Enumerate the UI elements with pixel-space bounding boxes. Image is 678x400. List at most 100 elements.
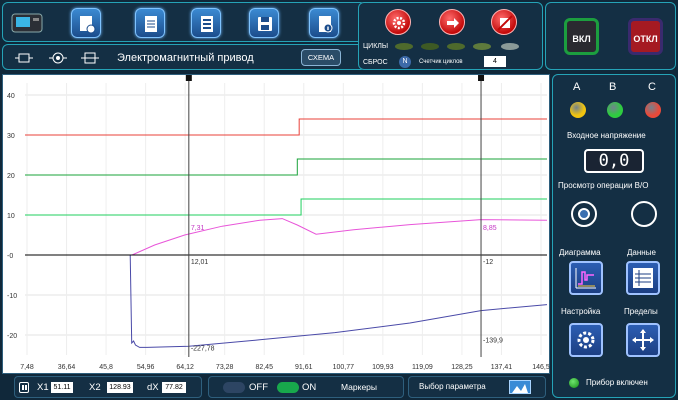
- target-icon[interactable]: [49, 50, 67, 66]
- chart-icon: [575, 268, 596, 289]
- x-tick-label: 73,28: [216, 364, 234, 371]
- view-label: Просмотр операции В/О: [558, 181, 649, 190]
- info-icon[interactable]: [309, 8, 339, 38]
- marker-value-label: -139,9: [483, 337, 503, 344]
- voltage-label: Входное напряжение: [567, 131, 646, 140]
- cycles-panel: ЦИКЛЫ СБРОС N Счетчик циклов 4: [358, 2, 543, 70]
- schema-button[interactable]: СХЕМА: [301, 49, 341, 66]
- marker-value-label: 7,31: [191, 225, 205, 232]
- contact-closed-icon[interactable]: [81, 50, 99, 66]
- phase-b-label: B: [609, 81, 617, 93]
- counter-label: Счетчик циклов: [419, 59, 463, 65]
- dx-label: dX: [147, 382, 159, 393]
- main-toolbar: [2, 2, 366, 42]
- settings-button[interactable]: [569, 323, 603, 357]
- no-entry-icon: [497, 15, 513, 31]
- settings-label: Настройка: [561, 307, 601, 316]
- limits-button[interactable]: [626, 323, 660, 357]
- graph-icon: [512, 384, 528, 393]
- x-tick-label: 36,64: [58, 364, 76, 371]
- reset-label: СБРОС: [363, 59, 388, 66]
- view-on-toggle[interactable]: [571, 201, 597, 227]
- markers-off-toggle[interactable]: [223, 382, 245, 393]
- x-tick-label: 137,41: [491, 364, 513, 371]
- save-icon[interactable]: [249, 8, 279, 38]
- param-select-button[interactable]: [509, 380, 531, 394]
- cycle-next-button[interactable]: [439, 9, 465, 35]
- power-off-button[interactable]: ОТКЛ: [628, 18, 663, 55]
- marker-value-label: 8,85: [483, 225, 497, 232]
- x-tick-label: 146,5: [532, 364, 550, 371]
- move-arrows-icon: [632, 329, 654, 351]
- sub-toolbar: Электромагнитный привод СХЕМА: [2, 44, 366, 70]
- diagram-label: Диаграмма: [559, 248, 601, 257]
- x-tick-label: 109,93: [372, 364, 394, 371]
- contact-open-icon[interactable]: [15, 50, 33, 66]
- power-on-button[interactable]: ВКЛ: [564, 18, 599, 55]
- counter-input[interactable]: 4: [484, 56, 506, 67]
- reset-button[interactable]: N: [399, 56, 411, 68]
- x2-value[interactable]: 128.93: [107, 382, 133, 393]
- document-icon[interactable]: [135, 8, 165, 38]
- status-label: Прибор включен: [586, 378, 648, 387]
- markers-bar: OFF ON Маркеры: [208, 376, 404, 398]
- diagram-button[interactable]: [569, 261, 603, 295]
- x-tick-label: 54,96: [137, 364, 155, 371]
- series-line: [25, 198, 547, 216]
- data-label: Данные: [627, 248, 656, 257]
- phase-c-label: C: [648, 81, 656, 93]
- pause-icon[interactable]: [19, 382, 29, 393]
- table-icon: [633, 268, 653, 288]
- cycle-led: [501, 43, 519, 50]
- cycle-start-button[interactable]: [385, 9, 411, 35]
- cycle-led: [421, 43, 439, 50]
- dx-value[interactable]: 77.82: [162, 382, 186, 393]
- marker-value-label: -12: [483, 259, 493, 266]
- param-bar: Выбор параметра: [408, 376, 546, 398]
- page-title: Электромагнитный привод: [117, 52, 254, 64]
- y-tick-label: 20: [7, 173, 15, 180]
- arrow-right-icon: [447, 18, 459, 28]
- gear-icon: [392, 16, 406, 30]
- cycle-disable-button[interactable]: [491, 9, 517, 35]
- x-tick-label: 45,8: [99, 364, 113, 371]
- param-label: Выбор параметра: [419, 382, 486, 391]
- cycles-label: ЦИКЛЫ: [363, 43, 389, 50]
- y-tick-label: 40: [7, 93, 15, 100]
- marker-value-label: 12,01: [191, 259, 209, 266]
- x-tick-label: 91,61: [295, 364, 313, 371]
- new-file-icon[interactable]: [71, 8, 101, 38]
- x2-label: X2: [89, 382, 101, 393]
- right-panel: A B C Входное напряжение 0,0 Просмотр оп…: [552, 74, 676, 398]
- x-tick-label: 119,09: [412, 364, 433, 371]
- series-line: [25, 118, 547, 136]
- marker-handle: [478, 75, 485, 81]
- phase-c-led: [645, 102, 661, 118]
- device-icon[interactable]: [9, 8, 45, 38]
- cycle-led: [395, 43, 413, 50]
- y-tick-label: 10: [7, 213, 15, 220]
- gear-icon: [577, 331, 595, 349]
- series-line: [25, 254, 548, 348]
- phase-a-led: [570, 102, 586, 118]
- x-tick-label: 82,45: [255, 364, 273, 371]
- form-icon[interactable]: [191, 8, 221, 38]
- data-button[interactable]: [626, 261, 660, 295]
- markers-on-toggle[interactable]: [277, 382, 299, 393]
- voltage-display: 0,0: [584, 149, 644, 173]
- y-tick-label: 30: [7, 133, 15, 140]
- x-tick-label: 64,12: [176, 364, 194, 371]
- app-window: Электромагнитный привод СХЕМА ЦИКЛЫ СБРО…: [0, 0, 678, 400]
- power-panel: ВКЛ ОТКЛ: [545, 2, 676, 70]
- x1-label: X1: [37, 382, 49, 393]
- on-label: ON: [302, 382, 317, 393]
- cycle-led: [473, 43, 491, 50]
- y-tick-label: -10: [7, 293, 17, 300]
- chart-svg: 40 30 20 10 -0 -10 -20 7,48 36,64 45,8 54,96 64,12 7…: [7, 75, 550, 371]
- limits-label: Пределы: [624, 307, 658, 316]
- marker-value-label: -227,78: [191, 345, 215, 352]
- chart[interactable]: 40 30 20 10 -0 -10 -20 7,48 36,64 45,8 54,96 64,12 7…: [2, 74, 550, 374]
- view-off-toggle[interactable]: [631, 201, 657, 227]
- x1-value[interactable]: 51.11: [51, 382, 73, 393]
- phase-a-label: A: [573, 81, 581, 93]
